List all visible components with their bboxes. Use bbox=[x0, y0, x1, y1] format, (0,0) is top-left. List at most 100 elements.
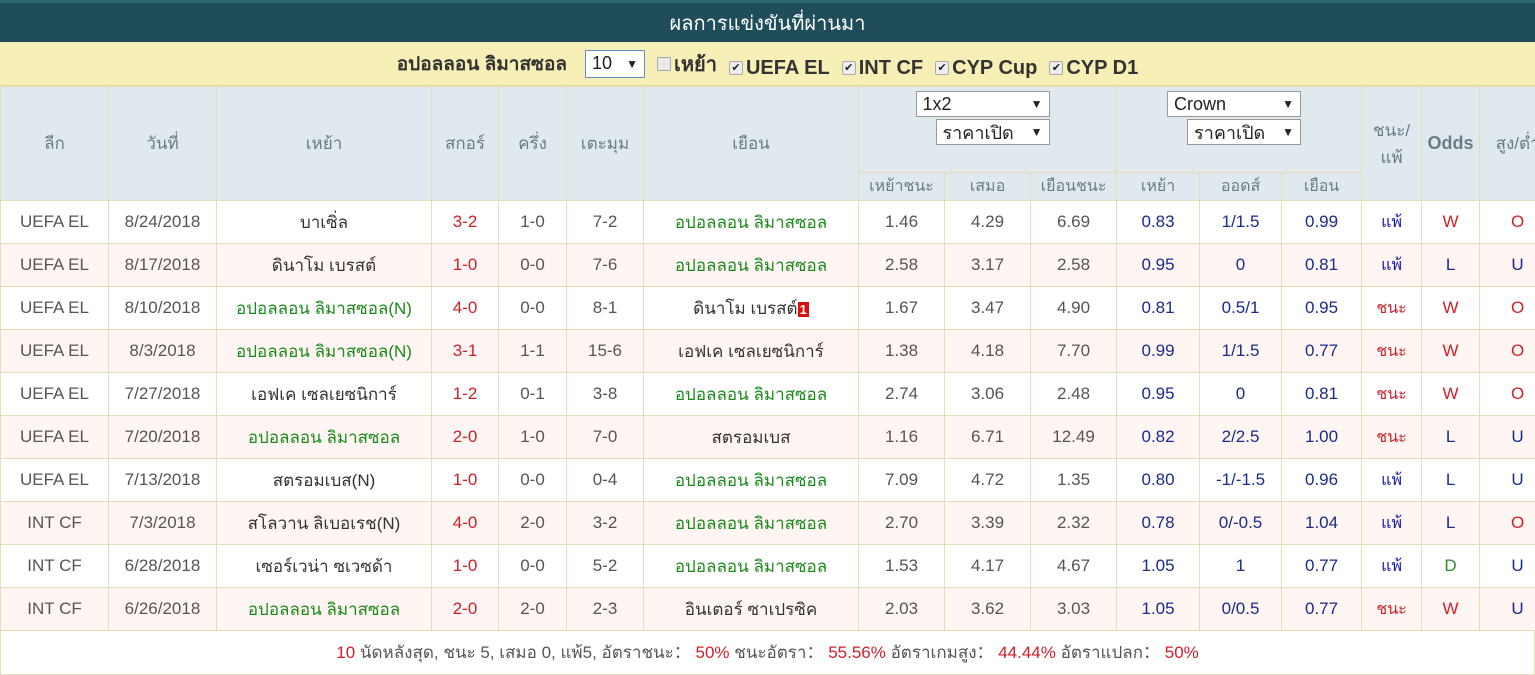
filter-checkbox-cyp-cup[interactable]: ✔CYP Cup bbox=[935, 57, 1037, 80]
summary-text-2: ชนะอัตรา： bbox=[730, 643, 829, 662]
cell-home-team[interactable]: อปอลลอน ลิมาสซอล(N) bbox=[217, 287, 432, 330]
checkbox-unchecked-icon[interactable] bbox=[657, 57, 671, 71]
cell-home-team[interactable]: บาเซิ่ล bbox=[217, 201, 432, 244]
cell-away-team[interactable]: อปอลลอน ลิมาสซอล bbox=[644, 201, 859, 244]
cell-league[interactable]: UEFA EL bbox=[1, 373, 109, 416]
summary-win-odds-rate: 55.56% bbox=[828, 643, 886, 662]
cell-away-team[interactable]: อปอลลอน ลิมาสซอล bbox=[644, 244, 859, 287]
cell-odds-draw: 4.29 bbox=[945, 201, 1031, 244]
cell-over-under: O bbox=[1480, 373, 1535, 416]
cell-away-team[interactable]: อปอลลอน ลิมาสซอล bbox=[644, 373, 859, 416]
cell-date: 7/20/2018 bbox=[109, 416, 217, 459]
cell-away-team[interactable]: สตรอมเบส bbox=[644, 416, 859, 459]
table-row: UEFA EL7/13/2018สตรอมเบส(N)1-00-00-4อปอล… bbox=[1, 459, 1535, 502]
cell-score[interactable]: 1-0 bbox=[432, 244, 499, 287]
cell-odds-home-win: 2.03 bbox=[859, 588, 945, 631]
cell-league[interactable]: UEFA EL bbox=[1, 244, 109, 287]
cell-league[interactable]: UEFA EL bbox=[1, 330, 109, 373]
cell-ah-line: 0/-0.5 bbox=[1200, 502, 1282, 545]
cell-odds-result: W bbox=[1422, 287, 1480, 330]
cell-score[interactable]: 1-0 bbox=[432, 459, 499, 502]
cell-over-under: U bbox=[1480, 588, 1535, 631]
cell-ah-away: 0.99 bbox=[1282, 201, 1362, 244]
cell-ah-home: 0.80 bbox=[1117, 459, 1200, 502]
cell-away-team[interactable]: ดินาโม เบรสต์1 bbox=[644, 287, 859, 330]
col-over-under: สูง/ต่ำ bbox=[1480, 87, 1535, 201]
company-price-select[interactable]: ราคาเปิด▼ bbox=[1187, 119, 1301, 145]
checkbox-checked-icon[interactable]: ✔ bbox=[935, 61, 949, 75]
cell-score[interactable]: 4-0 bbox=[432, 502, 499, 545]
cell-over-under: U bbox=[1480, 545, 1535, 588]
cell-away-team[interactable]: อปอลลอน ลิมาสซอล bbox=[644, 459, 859, 502]
cell-corners: 0-4 bbox=[567, 459, 644, 502]
cell-score[interactable]: 3-1 bbox=[432, 330, 499, 373]
cell-home-team[interactable]: อปอลลอน ลิมาสซอล(N) bbox=[217, 330, 432, 373]
cell-score[interactable]: 2-0 bbox=[432, 588, 499, 631]
filter-checkbox-เหย้า[interactable]: เหย้า bbox=[657, 48, 717, 80]
cell-ah-home: 0.83 bbox=[1117, 201, 1200, 244]
cell-home-team[interactable]: เอฟเค เซลเยซนิการ์ bbox=[217, 373, 432, 416]
cell-odds-result: L bbox=[1422, 459, 1480, 502]
cell-league[interactable]: INT CF bbox=[1, 545, 109, 588]
chevron-down-icon: ▼ bbox=[626, 57, 638, 71]
chevron-down-icon: ▼ bbox=[1031, 125, 1043, 139]
filter-checkbox-cyp-d1[interactable]: ✔CYP D1 bbox=[1049, 57, 1138, 80]
cell-score[interactable]: 1-2 bbox=[432, 373, 499, 416]
cell-odds-home-win: 7.09 bbox=[859, 459, 945, 502]
cell-ah-home: 1.05 bbox=[1117, 588, 1200, 631]
cell-away-team[interactable]: เอฟเค เซลเยซนิการ์ bbox=[644, 330, 859, 373]
cell-home-team[interactable]: อปอลลอน ลิมาสซอล bbox=[217, 588, 432, 631]
cell-corners: 2-3 bbox=[567, 588, 644, 631]
checkbox-checked-icon[interactable]: ✔ bbox=[1049, 61, 1063, 75]
odds-type-select[interactable]: 1x2▼ bbox=[916, 91, 1050, 117]
cell-score[interactable]: 4-0 bbox=[432, 287, 499, 330]
cell-score[interactable]: 1-0 bbox=[432, 545, 499, 588]
cell-odds-home-win: 1.67 bbox=[859, 287, 945, 330]
summary-text-1: นัดหลังสุด, ชนะ 5, เสมอ 0, แพ้5, อัตราชน… bbox=[355, 643, 695, 662]
cell-away-team[interactable]: อินเตอร์ ซาเปรซิค bbox=[644, 588, 859, 631]
odds-1x2-header: 1x2▼ ราคาเปิด▼ bbox=[859, 87, 1117, 173]
checkbox-checked-icon[interactable]: ✔ bbox=[842, 61, 856, 75]
cell-league[interactable]: INT CF bbox=[1, 588, 109, 631]
cell-score[interactable]: 2-0 bbox=[432, 416, 499, 459]
cell-league[interactable]: UEFA EL bbox=[1, 459, 109, 502]
cell-home-team[interactable]: อปอลลอน ลิมาสซอล bbox=[217, 416, 432, 459]
checkbox-checked-icon[interactable]: ✔ bbox=[729, 61, 743, 75]
odds-price-select[interactable]: ราคาเปิด▼ bbox=[936, 119, 1050, 145]
away-team-name: อปอลลอน ลิมาสซอล bbox=[675, 213, 827, 232]
cell-win-lose: ชนะ bbox=[1362, 330, 1422, 373]
filter-checkbox-int-cf[interactable]: ✔INT CF bbox=[842, 57, 923, 80]
col-score: สกอร์ bbox=[432, 87, 499, 201]
page-title: ผลการแข่งขันที่ผ่านมา bbox=[0, 0, 1535, 42]
cell-league[interactable]: INT CF bbox=[1, 502, 109, 545]
company-select[interactable]: Crown▼ bbox=[1167, 91, 1301, 117]
cell-win-lose: แพ้ bbox=[1362, 244, 1422, 287]
cell-away-team[interactable]: อปอลลอน ลิมาสซอล bbox=[644, 502, 859, 545]
cell-win-lose: ชนะ bbox=[1362, 416, 1422, 459]
col-half: ครึ่ง bbox=[499, 87, 567, 201]
cell-half-score: 0-0 bbox=[499, 287, 567, 330]
cell-ah-away: 1.00 bbox=[1282, 416, 1362, 459]
cell-league[interactable]: UEFA EL bbox=[1, 287, 109, 330]
away-team-name: อินเตอร์ ซาเปรซิค bbox=[685, 600, 817, 619]
chevron-down-icon: ▼ bbox=[1282, 125, 1294, 139]
cell-corners: 7-6 bbox=[567, 244, 644, 287]
cell-home-team[interactable]: เซอร์เวน่า ซเวซด้า bbox=[217, 545, 432, 588]
cell-odds-draw: 3.47 bbox=[945, 287, 1031, 330]
col-away: เยือน bbox=[644, 87, 859, 201]
cell-league[interactable]: UEFA EL bbox=[1, 416, 109, 459]
cell-away-team[interactable]: อปอลลอน ลิมาสซอล bbox=[644, 545, 859, 588]
cell-home-team[interactable]: สตรอมเบส(N) bbox=[217, 459, 432, 502]
cell-league[interactable]: UEFA EL bbox=[1, 201, 109, 244]
match-count-select[interactable]: 10 ▼ bbox=[585, 50, 645, 78]
cell-date: 6/26/2018 bbox=[109, 588, 217, 631]
cell-corners: 5-2 bbox=[567, 545, 644, 588]
cell-odds-away-win: 2.32 bbox=[1031, 502, 1117, 545]
cell-home-team[interactable]: สโลวาน ลิเบอเรช(N) bbox=[217, 502, 432, 545]
cell-score[interactable]: 3-2 bbox=[432, 201, 499, 244]
cell-home-team[interactable]: ดินาโม เบรสต์ bbox=[217, 244, 432, 287]
cell-date: 7/3/2018 bbox=[109, 502, 217, 545]
cell-over-under: U bbox=[1480, 244, 1535, 287]
cell-odds-result: L bbox=[1422, 502, 1480, 545]
filter-checkbox-uefa-el[interactable]: ✔UEFA EL bbox=[729, 57, 830, 80]
